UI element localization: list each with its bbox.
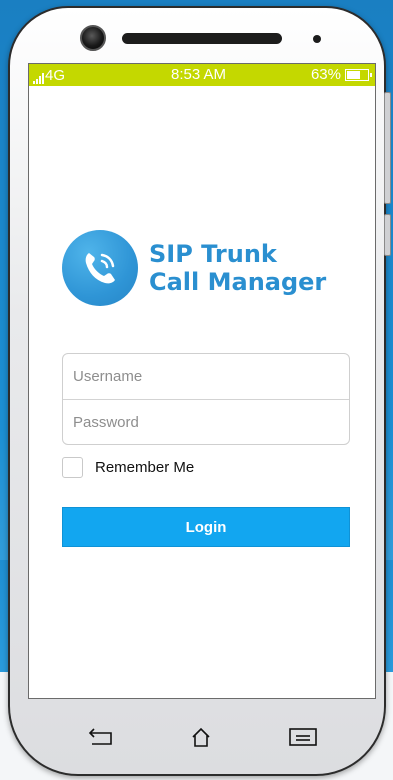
status-time: 8:53 AM xyxy=(171,66,227,83)
battery-icon xyxy=(345,68,372,81)
login-fields xyxy=(62,353,350,445)
remember-me-checkbox[interactable] xyxy=(62,457,83,478)
signal-bars-icon xyxy=(33,73,44,84)
login-button[interactable]: Login xyxy=(62,507,350,547)
front-camera xyxy=(80,25,106,51)
phone-screen: 4G 8:53 AM 63% SIP Trunk Call Manager Us… xyxy=(28,63,376,699)
menu-icon[interactable] xyxy=(289,728,317,751)
power-button xyxy=(384,214,391,256)
volume-button xyxy=(384,92,391,204)
app-name-line2: Call Manager xyxy=(149,268,327,296)
username-input[interactable] xyxy=(63,354,349,399)
app-name-line1: SIP Trunk xyxy=(149,240,277,268)
phone-handset-icon xyxy=(62,230,138,306)
battery-indicator: 63% xyxy=(310,66,372,83)
proximity-sensor xyxy=(313,35,321,43)
battery-fill xyxy=(347,70,360,79)
remember-me-label: Remember Me xyxy=(95,459,195,476)
signal-indicator: 4G xyxy=(33,67,65,84)
remember-me-row[interactable]: Remember Me xyxy=(62,457,194,478)
app-name: SIP Trunk Call Manager xyxy=(149,240,326,296)
back-arrow-icon[interactable] xyxy=(88,727,114,752)
home-icon[interactable] xyxy=(189,726,213,753)
app-logo: SIP Trunk Call Manager xyxy=(62,230,326,306)
status-bar: 4G 8:53 AM 63% xyxy=(29,64,375,86)
network-type: 4G xyxy=(45,67,66,84)
password-input[interactable] xyxy=(63,400,349,445)
earpiece-speaker xyxy=(122,33,282,44)
battery-percent: 63% xyxy=(310,66,341,83)
